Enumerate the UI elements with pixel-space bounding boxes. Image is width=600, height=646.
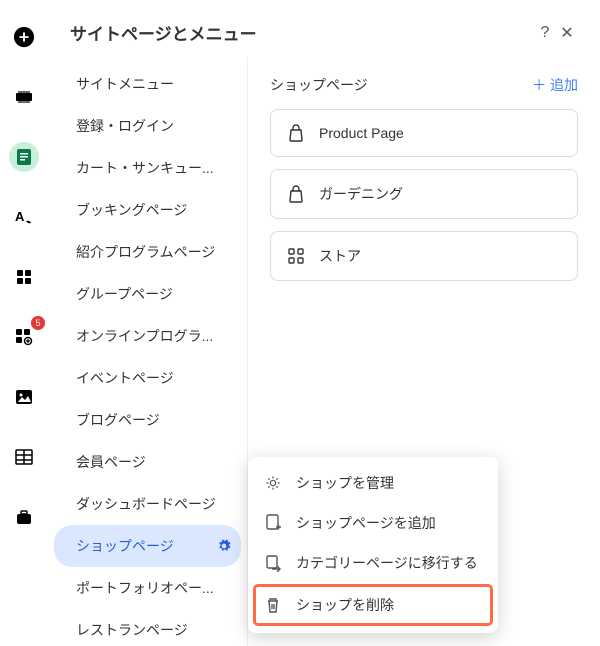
page-card-label: ガーデニング (319, 184, 403, 204)
layers-icon (15, 90, 33, 104)
table-icon (15, 449, 33, 465)
category-item[interactable]: サイトメニュー (54, 63, 241, 105)
plus-circle-icon (13, 26, 35, 48)
grid-icon (287, 247, 305, 265)
context-menu: ショップを管理ショップページを追加カテゴリーページに移行するショップを削除 (248, 457, 498, 633)
svg-text:A: A (15, 209, 25, 224)
bag-icon (287, 185, 305, 203)
rail-business-button[interactable] (9, 502, 39, 532)
category-item[interactable]: グループページ (54, 273, 241, 315)
media-icon (15, 389, 33, 405)
section-title: ショップページ (270, 75, 532, 95)
context-menu-item[interactable]: カテゴリーページに移行する (248, 543, 498, 583)
page-category-list: サイトメニュー登録・ログインカート・サンキュー...ブッキングページ紹介プログラ… (48, 57, 248, 646)
context-menu-label: ショップを管理 (296, 473, 394, 493)
apps-icon (16, 269, 32, 285)
move-icon (264, 554, 282, 572)
context-menu-label: ショップを削除 (296, 595, 394, 615)
icon-rail: A 5 (0, 0, 48, 646)
rail-theme-button[interactable]: A (9, 202, 39, 232)
rail-media-button[interactable] (9, 382, 39, 412)
panel-title: サイトページとメニュー (70, 20, 534, 45)
close-button[interactable]: ✕ (556, 23, 578, 43)
bag-icon (287, 124, 305, 142)
context-menu-label: カテゴリーページに移行する (296, 553, 478, 573)
trash-icon (264, 596, 282, 614)
category-item[interactable]: 会員ページ (54, 441, 241, 483)
page-card[interactable]: ガーデニング (270, 169, 578, 219)
addpage-icon (264, 514, 282, 532)
rail-data-button[interactable] (9, 442, 39, 472)
rail-add-button[interactable] (9, 22, 39, 52)
category-item[interactable]: オンラインプログラ... (54, 315, 241, 357)
category-item[interactable]: ブログページ (54, 399, 241, 441)
addons-icon (15, 328, 33, 346)
context-menu-item[interactable]: ショップページを追加 (248, 503, 498, 543)
context-menu-label: ショップページを追加 (296, 513, 436, 533)
category-item[interactable]: 登録・ログイン (54, 105, 241, 147)
gear-icon[interactable] (217, 539, 231, 553)
category-item[interactable]: ダッシュボードページ (54, 483, 241, 525)
page-card[interactable]: ストア (270, 231, 578, 281)
gear-icon (264, 474, 282, 492)
category-item[interactable]: ショップページ (54, 525, 241, 567)
rail-layers-button[interactable] (9, 82, 39, 112)
rail-apps-button[interactable] (9, 262, 39, 292)
briefcase-icon (15, 509, 33, 525)
category-item[interactable]: ポートフォリオペー... (54, 567, 241, 609)
rail-badge: 5 (31, 316, 45, 330)
page-card-label: Product Page (319, 125, 404, 141)
category-item[interactable]: ブッキングページ (54, 189, 241, 231)
page-card[interactable]: Product Page (270, 109, 578, 157)
context-menu-item[interactable]: ショップを管理 (248, 463, 498, 503)
category-item[interactable]: イベントページ (54, 357, 241, 399)
context-menu-item[interactable]: ショップを削除 (254, 585, 492, 625)
rail-pages-button[interactable] (9, 142, 39, 172)
theme-icon: A (15, 208, 33, 226)
page-card-label: ストア (319, 246, 361, 266)
category-item[interactable]: カート・サンキュー... (54, 147, 241, 189)
add-button[interactable]: ＋ 追加 (532, 75, 578, 95)
category-item[interactable]: 紹介プログラムページ (54, 231, 241, 273)
help-button[interactable]: ? (534, 24, 556, 42)
category-item[interactable]: レストランページ (54, 609, 241, 646)
rail-addons-button[interactable]: 5 (9, 322, 39, 352)
page-icon (16, 148, 32, 166)
panel-header: サイトページとメニュー ? ✕ (48, 0, 600, 57)
